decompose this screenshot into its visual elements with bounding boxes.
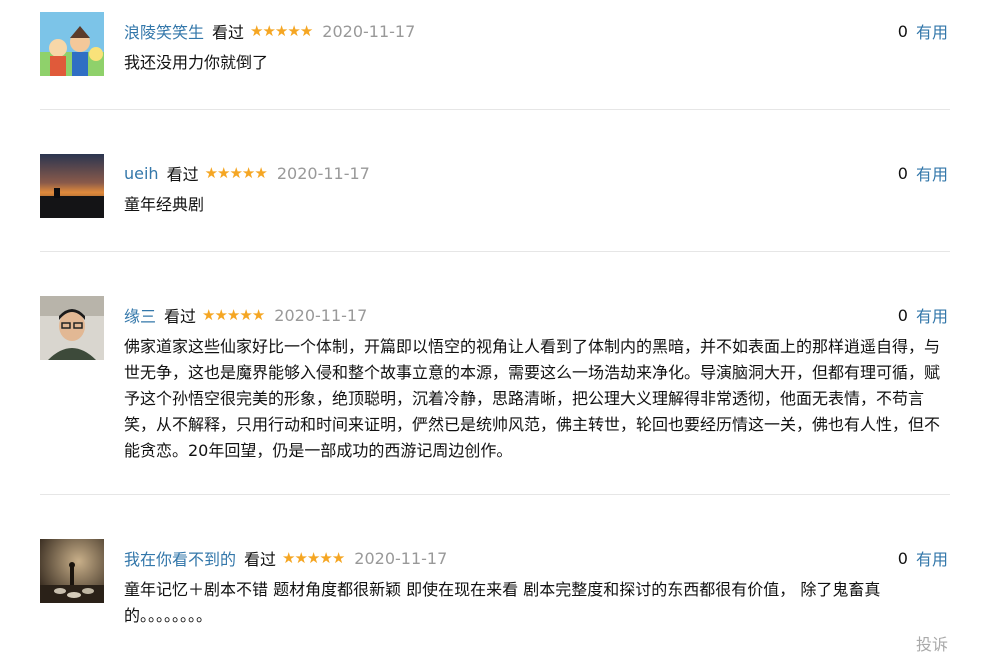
- avatar-image: [40, 296, 104, 360]
- comment-text: 童年记忆＋剧本不错 题材角度都很新颖 即使在现在来看 剧本完整度和探讨的东西都很…: [124, 580, 881, 625]
- watch-status: 看过: [212, 23, 245, 42]
- vote-count: 0: [897, 305, 908, 325]
- comment-text: 我还没用力你就倒了: [124, 53, 269, 72]
- comment-date: 2020-11-17: [354, 548, 448, 568]
- vote-area: 0 有用: [898, 545, 948, 571]
- rating-stars: ★★★★★: [204, 164, 268, 182]
- username-link[interactable]: ueih: [124, 164, 159, 183]
- avatar-image: [40, 539, 104, 603]
- watch-status: 看过: [244, 550, 277, 569]
- rating-stars: ★★★★★: [202, 306, 265, 324]
- avatar-image: [40, 12, 104, 76]
- comment-list: 浪陵笑笑生 看过 ★★★★★ 2020-11-17 0 有用 我还没用力你就倒了: [0, 0, 1000, 659]
- divider: [40, 109, 950, 110]
- watch-status: 看过: [164, 307, 197, 326]
- comment-meta: ueih 看过 ★★★★★ 2020-11-17: [124, 160, 370, 186]
- vote-area: 0 有用: [898, 302, 948, 328]
- vote-count: 0: [897, 548, 908, 568]
- vote-count: 0: [897, 163, 908, 183]
- useful-button[interactable]: 有用: [916, 161, 948, 185]
- comment-meta: 缘三 看过 ★★★★★ 2020-11-17: [124, 302, 367, 328]
- comment-date: 2020-11-17: [276, 163, 370, 183]
- username-link[interactable]: 缘三: [124, 303, 156, 327]
- avatar[interactable]: [40, 296, 104, 360]
- vote-area: 0 有用: [898, 18, 948, 44]
- avatar[interactable]: [40, 539, 104, 603]
- useful-button[interactable]: 有用: [916, 303, 948, 327]
- report-link[interactable]: 投诉: [916, 631, 948, 655]
- vote-area: 0 有用: [898, 160, 948, 186]
- divider: [40, 251, 950, 252]
- avatar[interactable]: [40, 154, 104, 218]
- watch-status: 看过: [166, 165, 199, 184]
- comment-date: 2020-11-17: [274, 305, 368, 325]
- rating-stars: ★★★★★: [250, 22, 313, 40]
- comment-meta: 我在你看不到的 看过 ★★★★★ 2020-11-17: [124, 545, 447, 571]
- useful-button[interactable]: 有用: [916, 19, 948, 43]
- useful-button[interactable]: 有用: [916, 546, 948, 570]
- vote-count: 0: [897, 21, 908, 41]
- rating-stars: ★★★★★: [282, 549, 345, 567]
- divider: [40, 494, 950, 495]
- comment-text: 佛家道家这些仙家好比一个体制，开篇即以悟空的视角让人看到了体制内的黑暗，并不如表…: [124, 337, 941, 460]
- username-link[interactable]: 我在你看不到的: [124, 546, 236, 570]
- avatar[interactable]: [40, 12, 104, 76]
- comment-text: 童年经典剧: [124, 195, 205, 214]
- comment-date: 2020-11-17: [322, 21, 416, 41]
- comment-meta: 浪陵笑笑生 看过 ★★★★★ 2020-11-17: [124, 18, 415, 44]
- avatar-image: [40, 154, 104, 218]
- username-link[interactable]: 浪陵笑笑生: [124, 19, 204, 43]
